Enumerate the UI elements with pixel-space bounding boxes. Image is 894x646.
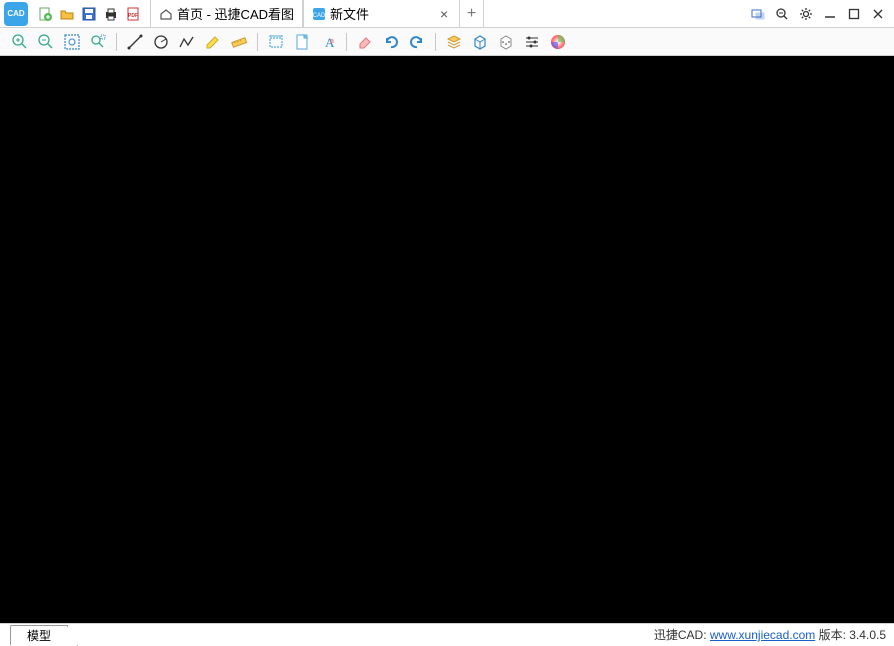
close-button[interactable] bbox=[870, 6, 886, 22]
layers-icon[interactable] bbox=[444, 32, 464, 52]
tab-newfile[interactable]: CAD 新文件 × bbox=[303, 0, 460, 27]
highlight-tool-icon[interactable] bbox=[203, 32, 223, 52]
undo-icon[interactable] bbox=[381, 32, 401, 52]
zoom-extents-icon[interactable] bbox=[88, 32, 108, 52]
tab-newfile-label: 新文件 bbox=[330, 4, 369, 23]
window-controls bbox=[742, 6, 894, 22]
cube-dots-icon[interactable] bbox=[496, 32, 516, 52]
svg-text:PDF: PDF bbox=[128, 13, 138, 19]
text-tool-icon[interactable]: Aa bbox=[318, 32, 338, 52]
pdf-icon[interactable]: PDF bbox=[124, 5, 142, 23]
svg-text:CAD: CAD bbox=[313, 13, 326, 19]
eraser-tool-icon[interactable] bbox=[355, 32, 375, 52]
save-icon[interactable] bbox=[80, 5, 98, 23]
measure-tool-icon[interactable] bbox=[229, 32, 249, 52]
circle-tool-icon[interactable] bbox=[151, 32, 171, 52]
app-logo: CAD bbox=[0, 0, 32, 28]
print-icon[interactable] bbox=[102, 5, 120, 23]
footer-link[interactable]: www.xunjiecad.com bbox=[710, 628, 815, 642]
open-file-icon[interactable] bbox=[58, 5, 76, 23]
color-wheel-icon[interactable] bbox=[548, 32, 568, 52]
box-3d-icon[interactable] bbox=[470, 32, 490, 52]
screenshot-icon[interactable] bbox=[750, 6, 766, 22]
footer-brand: 迅捷CAD: bbox=[654, 628, 707, 642]
footer-version: 3.4.0.5 bbox=[849, 628, 886, 642]
zoom-out-tool-icon[interactable] bbox=[36, 32, 56, 52]
settings-sliders-icon[interactable] bbox=[522, 32, 542, 52]
footer-version-label: 版本: bbox=[819, 628, 846, 642]
minimize-button[interactable] bbox=[822, 6, 838, 22]
tab-close-button[interactable]: × bbox=[437, 6, 451, 22]
quick-actions: PDF bbox=[32, 5, 146, 23]
footer-text: 迅捷CAD: www.xunjiecad.com 版本: 3.4.0.5 bbox=[646, 626, 894, 643]
toolbar: Aa bbox=[0, 28, 894, 56]
polyline-tool-icon[interactable] bbox=[177, 32, 197, 52]
bottombar: 模型 迅捷CAD: www.xunjiecad.com 版本: 3.4.0.5 bbox=[0, 623, 894, 645]
zoom-out-icon[interactable] bbox=[774, 6, 790, 22]
zoom-window-icon[interactable] bbox=[62, 32, 82, 52]
titlebar: CAD PDF 首页 - 迅捷CAD看图 CAD 新文件 bbox=[0, 0, 894, 28]
model-tab[interactable]: 模型 bbox=[10, 625, 68, 645]
settings-icon[interactable] bbox=[798, 6, 814, 22]
line-tool-icon[interactable] bbox=[125, 32, 145, 52]
tabs: 首页 - 迅捷CAD看图 CAD 新文件 × + bbox=[150, 0, 484, 27]
dimension-tool-icon[interactable] bbox=[266, 32, 286, 52]
home-icon bbox=[159, 7, 173, 21]
new-file-icon[interactable] bbox=[36, 5, 54, 23]
zoom-in-tool-icon[interactable] bbox=[10, 32, 30, 52]
tab-add-button[interactable]: + bbox=[460, 0, 484, 27]
page-tool-icon[interactable] bbox=[292, 32, 312, 52]
model-tab-label: 模型 bbox=[27, 627, 51, 644]
maximize-button[interactable] bbox=[846, 6, 862, 22]
svg-text:a: a bbox=[330, 38, 334, 45]
file-tab-icon: CAD bbox=[312, 7, 326, 21]
redo-icon[interactable] bbox=[407, 32, 427, 52]
drawing-canvas[interactable] bbox=[0, 56, 894, 623]
app-logo-box: CAD bbox=[4, 2, 28, 26]
tab-home[interactable]: 首页 - 迅捷CAD看图 bbox=[150, 0, 303, 27]
tab-home-label: 首页 - 迅捷CAD看图 bbox=[177, 4, 294, 23]
